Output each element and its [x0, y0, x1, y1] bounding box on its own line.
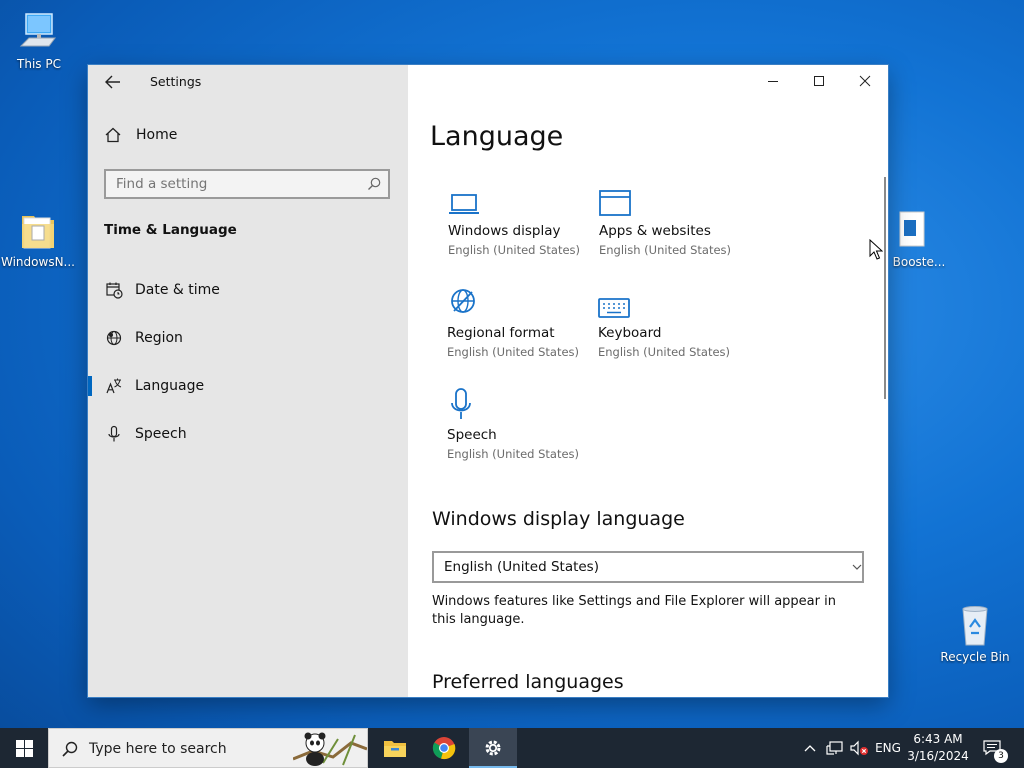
chevron-up-icon — [804, 745, 816, 752]
maximize-button[interactable] — [796, 65, 842, 97]
volume-muted-icon — [850, 740, 868, 756]
app-icon — [886, 208, 930, 252]
desktop-icon-this-pc[interactable]: This PC — [1, 10, 77, 71]
tile-name: Windows display — [448, 223, 561, 239]
calendar-clock-icon — [104, 280, 124, 300]
desktop-icon-recycle-bin[interactable]: Recycle Bin — [937, 603, 1013, 664]
notification-count-badge: 3 — [994, 749, 1008, 763]
minimize-icon — [768, 81, 778, 82]
mouse-cursor-icon — [869, 239, 883, 260]
tray-show-hidden-icons[interactable] — [800, 728, 820, 768]
taskbar-settings[interactable] — [469, 728, 517, 768]
maximize-icon — [814, 76, 824, 86]
chevron-down-icon — [852, 564, 862, 570]
desktop-icon-label: WindowsN... — [1, 255, 75, 269]
laptop-icon — [448, 183, 588, 217]
search-icon — [62, 741, 78, 757]
sidebar: Settings Home Time & Language Date & tim… — [88, 65, 408, 697]
sidebar-item-label: Language — [135, 378, 205, 394]
preferred-languages-heading: Preferred languages — [432, 671, 624, 693]
globe-icon — [104, 328, 124, 348]
taskbar-search-placeholder: Type here to search — [89, 741, 227, 757]
tile-subtitle: English (United States) — [447, 345, 580, 359]
minimize-button[interactable] — [750, 65, 796, 97]
arrow-left-icon — [105, 75, 120, 89]
file-explorer-icon — [384, 741, 406, 757]
keyboard-icon — [598, 285, 738, 319]
tray-volume[interactable] — [848, 728, 870, 768]
desktop-icon-windowsn[interactable]: WindowsN... — [0, 208, 76, 269]
find-setting-search[interactable] — [104, 169, 390, 199]
tile-subtitle: English (United States) — [598, 345, 731, 359]
close-button[interactable] — [842, 65, 888, 97]
taskbar-search-box[interactable]: Type here to search — [48, 728, 368, 768]
tray-network[interactable] — [824, 728, 846, 768]
taskbar-chrome[interactable] — [420, 728, 468, 768]
desktop-icon-label: This PC — [17, 57, 61, 71]
taskbar: Type here to search ENG 6:43 AM 3/16/202… — [0, 728, 1024, 768]
settings-window: Settings Home Time & Language Date & tim… — [88, 65, 888, 697]
tile-regional-format[interactable]: Regional format English (United States) — [447, 285, 587, 359]
start-button[interactable] — [0, 728, 48, 768]
search-highlight-panda-icon — [293, 732, 367, 766]
folder-icon — [16, 208, 60, 252]
sidebar-item-speech[interactable]: Speech — [88, 414, 408, 454]
tray-clock[interactable]: 6:43 AM 3/16/2024 — [906, 731, 970, 765]
tile-name: Regional format — [447, 325, 555, 341]
network-icon — [826, 741, 843, 755]
tile-subtitle: English (United States) — [599, 243, 732, 257]
clock-date: 3/16/2024 — [907, 749, 969, 763]
home-label: Home — [136, 127, 178, 143]
app-title: Settings — [150, 74, 202, 89]
display-language-description: Windows features like Settings and File … — [432, 594, 836, 627]
desktop-icon-label: Recycle Bin — [940, 650, 1010, 664]
sidebar-item-language[interactable]: Language — [88, 366, 408, 406]
action-center-button[interactable]: 3 — [976, 728, 1010, 768]
sidebar-item-date-time[interactable]: Date & time — [88, 270, 408, 310]
tile-windows-display[interactable]: Windows display English (United States) — [448, 183, 588, 257]
home-icon — [105, 127, 121, 143]
tile-name: Keyboard — [598, 325, 662, 341]
tile-name: Apps & websites — [599, 223, 711, 239]
computer-icon — [17, 10, 61, 54]
scrollbar[interactable] — [884, 177, 886, 399]
microphone-icon — [104, 424, 124, 444]
globe-format-icon — [447, 285, 587, 319]
page-title: Language — [430, 121, 564, 152]
dropdown-value: English (United States) — [444, 559, 599, 575]
back-button[interactable] — [102, 71, 124, 93]
tile-keyboard[interactable]: Keyboard English (United States) — [598, 285, 738, 359]
tray-input-language[interactable]: ENG — [872, 728, 904, 768]
search-input[interactable] — [106, 171, 356, 197]
microphone-icon — [447, 387, 587, 421]
tile-apps-websites[interactable]: Apps & websites English (United States) — [599, 183, 739, 257]
windows-logo-icon — [15, 739, 33, 757]
section-title: Time & Language — [104, 222, 237, 238]
app-window-icon — [599, 183, 739, 217]
main-content: Language Windows display English (United… — [408, 65, 888, 697]
language-icon — [104, 376, 124, 396]
sidebar-item-label: Region — [135, 330, 183, 346]
taskbar-file-explorer[interactable] — [371, 728, 419, 768]
close-icon — [859, 75, 871, 87]
tile-subtitle: English (United States) — [447, 447, 580, 461]
display-language-dropdown[interactable]: English (United States) — [432, 551, 864, 583]
recycle-bin-icon — [953, 603, 997, 647]
tile-speech[interactable]: Speech English (United States) — [447, 387, 587, 461]
nav-home[interactable]: Home — [104, 126, 177, 144]
chrome-icon — [432, 737, 456, 760]
tile-subtitle: English (United States) — [448, 243, 581, 257]
tile-name: Speech — [447, 427, 497, 443]
search-icon — [368, 177, 381, 190]
settings-icon — [485, 740, 501, 756]
title-bar[interactable]: Settings — [88, 65, 408, 99]
sidebar-item-label: Date & time — [135, 282, 220, 298]
sidebar-item-region[interactable]: Region — [88, 318, 408, 358]
display-language-heading: Windows display language — [432, 508, 685, 530]
clock-time: 6:43 AM — [913, 732, 963, 746]
sidebar-item-label: Speech — [135, 426, 187, 442]
